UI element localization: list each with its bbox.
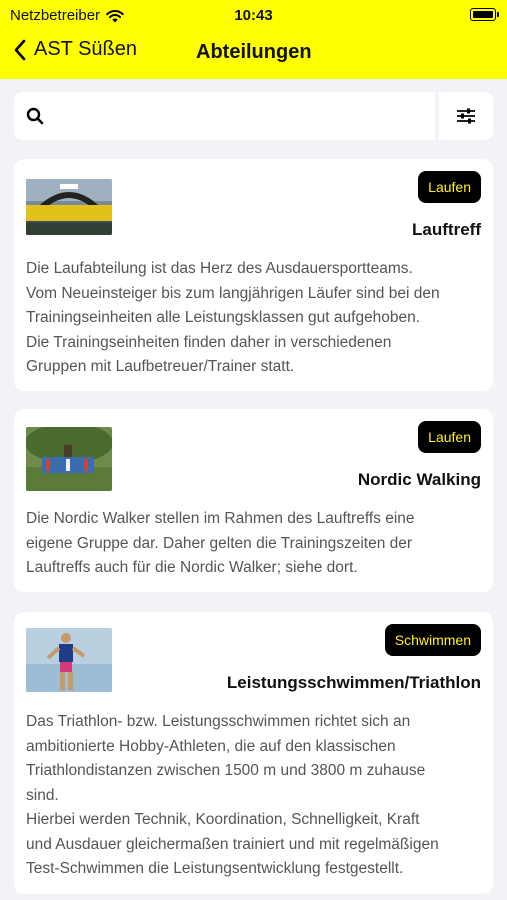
navigation-bar: AST Süßen Abteilungen [0,34,507,70]
status-bar: Netzbetreiber 10:43 [0,0,507,28]
top-bar: Netzbetreiber 10:43 AST Süßen Abteilunge… [0,0,507,79]
search-input[interactable] [54,91,435,141]
category-badge: Laufen [418,171,481,203]
card-title: Leistungsschwimmen/Triathlon [226,673,481,692]
battery-icon [470,8,499,21]
card-description: Das Triathlon- bzw. Leistungsschwimmen r… [26,713,439,877]
card-thumbnail [26,427,112,491]
filter-button[interactable] [439,92,493,140]
card-title: Lauftreff [412,220,481,239]
filter-icon [457,108,475,124]
category-badge: Schwimmen [384,624,481,656]
card-nordic-walking[interactable]: Laufen Nordic Walking Die Nordic Walker … [14,409,493,592]
clock: 10:43 [234,7,273,24]
card-description: Die Nordic Walker stellen im Rahmen des … [26,510,415,576]
page-title: Abteilungen [196,41,312,63]
category-badge: Laufen [418,421,481,453]
chevron-left-icon [14,39,26,60]
search-bar [14,91,493,141]
card-description: Die Laufabteilung ist das Herz des Ausda… [26,260,440,375]
card-title: Nordic Walking [357,470,481,489]
card-lauftreff[interactable]: Laufen Lauftreff Die Laufabteilung ist d… [14,159,493,391]
card-leistungsschwimmen-triathlon[interactable]: Schwimmen Leistungsschwimmen/Triathlon D… [14,612,493,894]
back-button[interactable]: AST Süßen [14,38,137,61]
back-label: AST Süßen [34,38,138,60]
card-thumbnail [26,628,112,692]
search-box [14,91,435,141]
search-icon [26,107,44,125]
card-thumbnail [26,179,112,235]
